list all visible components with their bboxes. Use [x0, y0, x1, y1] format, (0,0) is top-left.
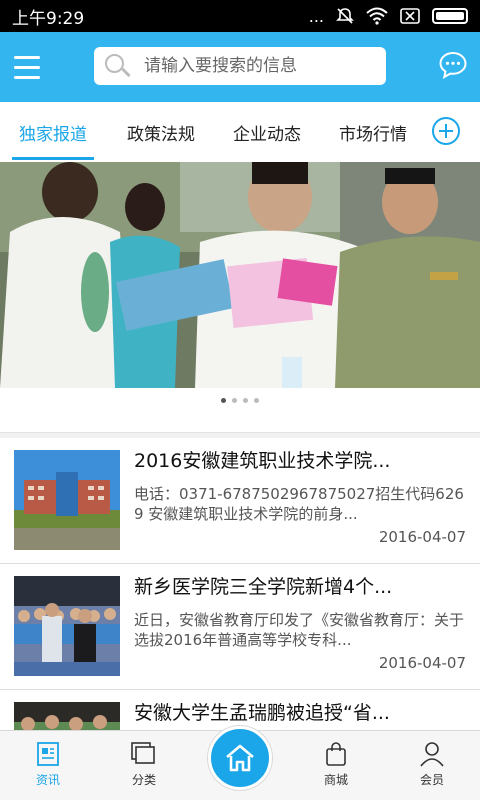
hamburger-line	[14, 55, 40, 59]
nav-label: 分类	[131, 773, 156, 787]
mute-icon	[336, 8, 354, 24]
carousel-dot[interactable]	[243, 398, 248, 403]
nav-shop[interactable]: 商城	[296, 731, 376, 801]
news-date: 2016-04-07	[378, 528, 466, 546]
home-icon	[226, 744, 254, 772]
news-item[interactable]: 2016安徽建筑职业技术学院... 电话：0371-67875029678750…	[0, 438, 480, 564]
home-button[interactable]	[208, 726, 272, 790]
tab-company-news[interactable]: 企业动态	[218, 102, 316, 162]
news-item[interactable]: 安徽大学生孟瑞鹏被追授“省...	[0, 690, 480, 730]
menu-button[interactable]	[0, 32, 54, 102]
category-icon	[131, 742, 155, 764]
status-time: 上午9:29	[12, 8, 85, 29]
banner-carousel[interactable]	[0, 162, 480, 388]
news-item[interactable]: 新乡医学院三全学院新增4个... 近日，安徽省教育厅印发了《安徽省教育厅：关于选…	[0, 564, 480, 690]
hamburger-line	[14, 65, 40, 69]
wifi-icon	[366, 7, 388, 25]
status-icons: ...	[309, 7, 468, 26]
search-input[interactable]	[144, 56, 364, 76]
add-tab-icon[interactable]	[432, 117, 460, 145]
tab-policy[interactable]: 政策法规	[112, 102, 210, 162]
no-sim-icon	[400, 8, 420, 24]
news-icon	[37, 742, 59, 766]
carousel-dot[interactable]	[221, 398, 226, 403]
news-thumbnail	[14, 450, 120, 550]
tab-exclusive[interactable]: 独家报道	[4, 102, 102, 162]
category-tabs: 独家报道 政策法规 企业动态 市场行情	[0, 102, 480, 162]
search-box[interactable]	[94, 47, 386, 85]
user-icon	[420, 742, 444, 767]
nav-news[interactable]: 资讯	[8, 731, 88, 801]
news-summary: 近日，安徽省教育厅印发了《安徽省教育厅：关于选拔2016年普通高等学校专科...	[134, 611, 465, 649]
news-date: 2016-04-07	[378, 654, 466, 672]
more-dots-icon: ...	[308, 6, 324, 26]
battery-icon	[432, 8, 468, 24]
news-title: 安徽大学生孟瑞鹏被追授“省...	[134, 702, 390, 724]
news-list: 2016安徽建筑职业技术学院... 电话：0371-67875029678750…	[0, 438, 480, 730]
nav-label: 资讯	[35, 773, 60, 787]
shop-bag-icon	[326, 742, 346, 766]
nav-label: 商城	[323, 773, 348, 787]
carousel-dot[interactable]	[232, 398, 237, 403]
nav-member[interactable]: 会员	[392, 731, 472, 801]
status-bar: 上午9:29 ...	[0, 0, 480, 32]
tab-market[interactable]: 市场行情	[324, 102, 422, 162]
app-header	[0, 32, 480, 102]
message-icon[interactable]	[438, 50, 468, 80]
news-thumbnail	[14, 576, 120, 676]
carousel-indicator	[0, 398, 480, 414]
news-title: 2016安徽建筑职业技术学院...	[134, 450, 391, 472]
news-title: 新乡医学院三全学院新增4个...	[134, 576, 393, 598]
nav-category[interactable]: 分类	[104, 731, 184, 801]
banner-image	[0, 162, 480, 388]
news-summary: 电话：0371-6787502967875027招生代码6269 安徽建筑职业技…	[134, 485, 464, 523]
carousel-dot[interactable]	[254, 398, 259, 403]
search-icon	[104, 53, 131, 79]
nav-label: 会员	[419, 773, 444, 787]
news-thumbnail	[14, 702, 120, 730]
hamburger-line	[14, 75, 40, 79]
